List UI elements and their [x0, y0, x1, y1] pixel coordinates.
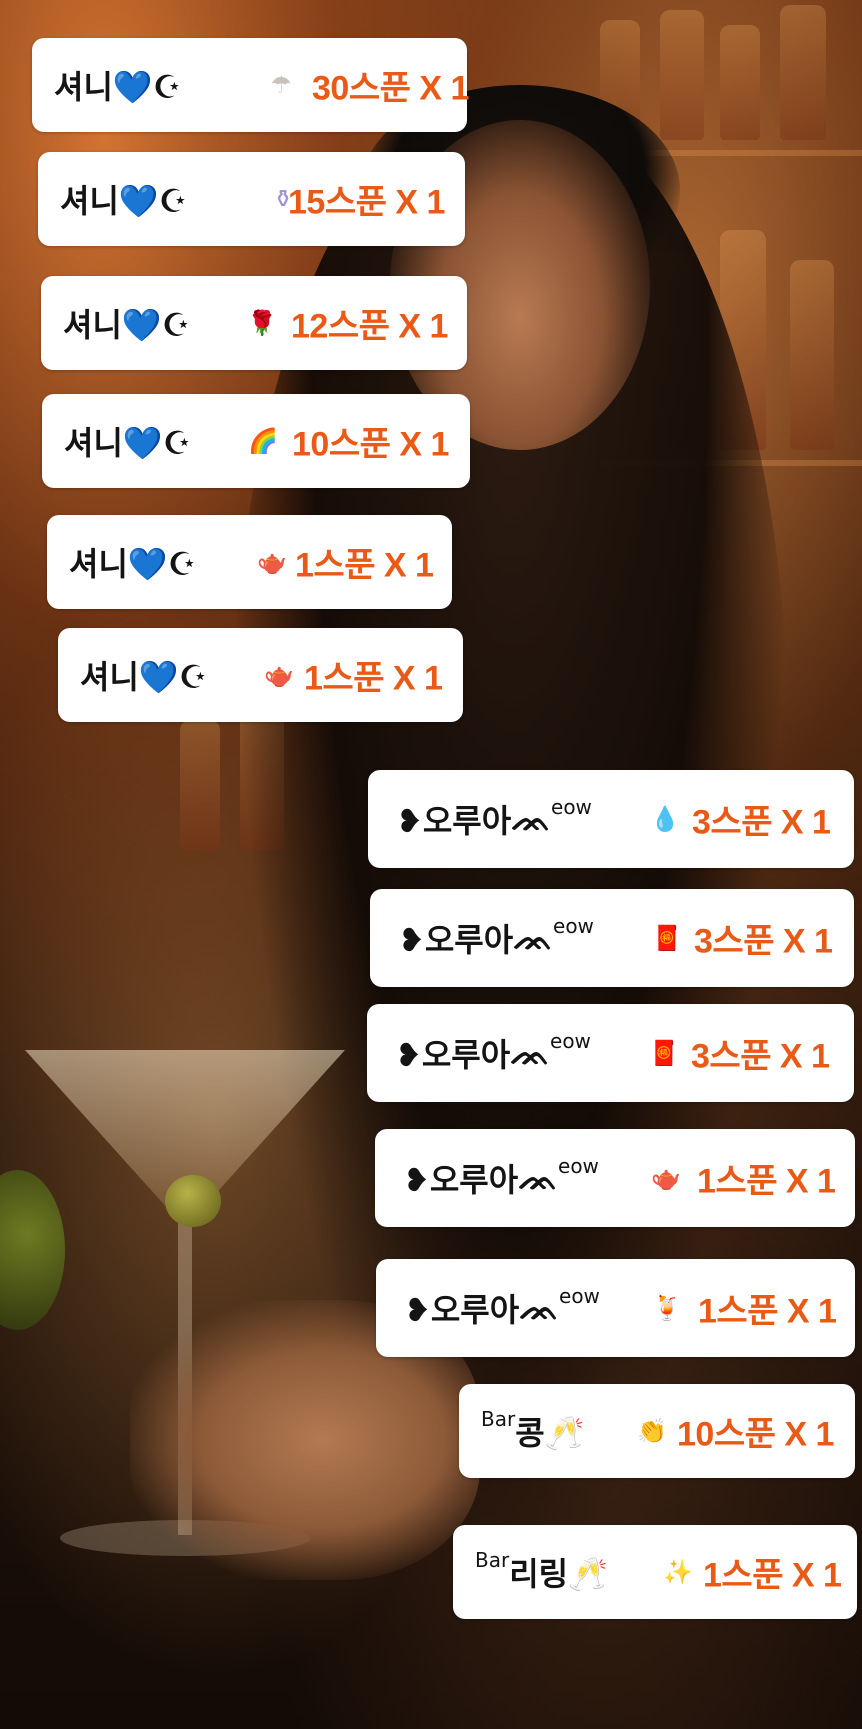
bottle — [720, 25, 760, 140]
donor-name-superscript: eow — [558, 1154, 599, 1178]
donor-name-decoration: ᨏ — [518, 1158, 559, 1197]
golden-teapot-icon: 🫖 — [651, 1164, 681, 1192]
donor-name-decoration: ᨏ — [511, 799, 552, 838]
donor-name: 셔니💙☪ — [80, 658, 208, 696]
bottle — [180, 720, 220, 850]
olive — [165, 1175, 221, 1227]
clapping-hands-icon: 👏 — [637, 1417, 667, 1445]
donation-card: ❥오루아 ᨏ eow 🧧 3스푼 X 1 — [370, 889, 854, 987]
spoon-amount: 1스푼 X 1 — [304, 659, 443, 698]
water-drop-icon: 💧 — [650, 805, 680, 833]
donation-card: 셔니💙☪ 🌈 10스푼 X 1 — [42, 394, 470, 488]
spoon-amount: 12스푼 X 1 — [291, 307, 448, 346]
donor-name: 셔니💙☪ — [64, 424, 192, 462]
donor-name: 셔니💙☪ — [60, 182, 188, 220]
donation-card: Bar 리링🥂 ✨ 1스푼 X 1 — [453, 1525, 857, 1619]
donation-card: ❥오루아 ᨏ eow 🫖 1스푼 X 1 — [375, 1129, 855, 1227]
donor-name-text: ❥오루아 — [396, 802, 512, 840]
orange-drink-icon: 🍹 — [652, 1294, 682, 1322]
donor-name: Bar 리링🥂 — [475, 1548, 608, 1595]
donor-name-text: 콩🥂 — [515, 1414, 585, 1452]
donation-card: ❥오루아 ᨏ eow 🧧 3스푼 X 1 — [367, 1004, 854, 1102]
donor-name-superscript: eow — [551, 795, 592, 819]
donation-card: 셔니💙☪ 🫖 1스푼 X 1 — [47, 515, 452, 609]
donor-name-superscript: Bar — [475, 1548, 510, 1572]
spoon-amount: 30스푼 X 1 — [312, 69, 469, 108]
donor-name-superscript: eow — [559, 1284, 600, 1308]
donor-name-decoration: ᨏ — [519, 1288, 560, 1327]
donor-name-text: ❥오루아 — [398, 921, 514, 959]
donor-name-text: 리링🥂 — [509, 1555, 608, 1593]
donor-name-decoration: ᨏ — [510, 1033, 551, 1072]
donor-name: 셔니💙☪ — [54, 68, 182, 106]
spoon-amount: 10스푼 X 1 — [292, 425, 449, 464]
bottle — [660, 10, 704, 140]
spoon-amount: 3스푼 X 1 — [694, 922, 833, 961]
spoon-amount: 1스푼 X 1 — [698, 1292, 837, 1331]
golden-teapot-icon: 🫖 — [257, 548, 287, 576]
spoon-amount: 10스푼 X 1 — [677, 1415, 834, 1454]
spoon-amount: 3스푼 X 1 — [691, 1037, 830, 1076]
golden-teapot-icon: 🫖 — [264, 661, 294, 689]
donation-card: 셔니💙☪ 🌹 12스푼 X 1 — [41, 276, 467, 370]
donor-name: ❥오루아 ᨏ eow — [403, 1154, 599, 1201]
spoon-amount: 3스푼 X 1 — [692, 803, 831, 842]
donation-card: 셔니💙☪ ⚱ 15스푼 X 1 — [38, 152, 465, 246]
spoon-amount: 1스푼 X 1 — [703, 1556, 842, 1595]
donor-name: 셔니💙☪ — [63, 306, 191, 344]
donor-name: ❥오루아 ᨏ eow — [404, 1284, 600, 1331]
donor-name: ❥오루아 ᨏ eow — [395, 1029, 591, 1076]
red-envelope-icon: 🧧 — [652, 924, 682, 952]
donor-name-text: ❥오루아 — [404, 1291, 520, 1329]
donor-name: ❥오루아 ᨏ eow — [396, 795, 592, 842]
bottle — [780, 5, 826, 140]
spoon-amount: 1스푼 X 1 — [295, 546, 434, 585]
donor-name-superscript: eow — [550, 1029, 591, 1053]
donation-card: ❥오루아 ᨏ eow 🍹 1스푼 X 1 — [376, 1259, 855, 1357]
umbrella-icon: ☂ — [270, 71, 292, 99]
donor-name-superscript: eow — [553, 914, 594, 938]
donor-name-superscript: Bar — [481, 1407, 516, 1431]
donation-card: Bar 콩🥂 👏 10스푼 X 1 — [459, 1384, 855, 1478]
donation-card: ❥오루아 ᨏ eow 💧 3스푼 X 1 — [368, 770, 854, 868]
red-envelope-icon: 🧧 — [649, 1039, 679, 1067]
rose-icon: 🌹 — [247, 309, 277, 337]
donation-card: 셔니💙☪ 🫖 1스푼 X 1 — [58, 628, 463, 722]
spoon-amount: 1스푼 X 1 — [697, 1162, 836, 1201]
sparkle-star-icon: ✨ — [663, 1558, 693, 1586]
rainbow-cloud-icon: 🌈 — [248, 427, 278, 455]
donation-card: 셔니💙☪ ☂ 30스푼 X 1 — [32, 38, 469, 132]
donor-name-text: ❥오루아 — [403, 1161, 519, 1199]
donor-name-decoration: ᨏ — [513, 918, 554, 957]
donor-name-text: ❥오루아 — [395, 1036, 511, 1074]
bottle — [790, 260, 834, 450]
donor-name: Bar 콩🥂 — [481, 1407, 585, 1454]
donor-name: ❥오루아 ᨏ eow — [398, 914, 594, 961]
spoon-amount: 15스푼 X 1 — [288, 183, 445, 222]
donor-name: 셔니💙☪ — [69, 545, 197, 583]
